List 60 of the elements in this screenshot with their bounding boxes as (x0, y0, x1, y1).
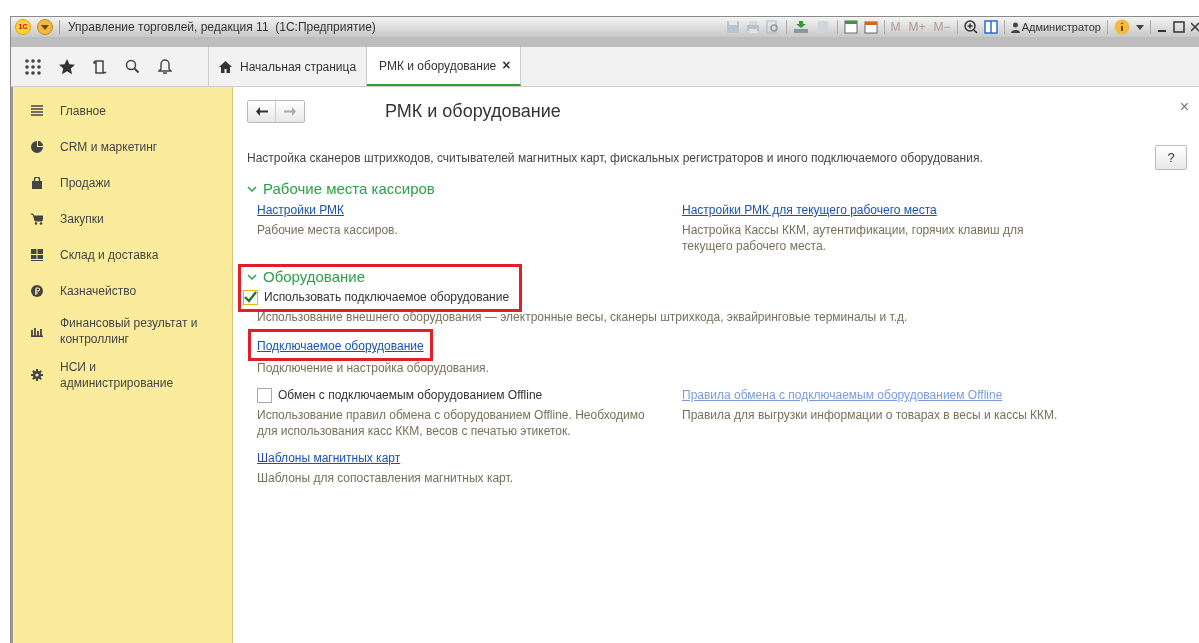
right-arrow-icon (284, 107, 296, 116)
page-title: РМК и оборудование (385, 100, 561, 123)
close-tab-button[interactable]: × (502, 55, 511, 76)
window-title: Управление торговлей, редакция 11 (1С:Предприятие) (68, 19, 376, 36)
description-text: Использование правил обмена с оборудованием Offline. Необходимо для использования касс ККМ, весов с печатью этикеток. (257, 407, 646, 439)
sidebar-item[interactable]: Склад и доставка (13, 237, 232, 273)
description-text: Настройка Кассы ККМ, аутентификации, горячих клавиш для текущего рабочего места. (682, 222, 1025, 254)
user-name[interactable]: Администратор (1021, 18, 1101, 36)
help-button[interactable]: ? (1155, 145, 1187, 170)
grid-icon (31, 249, 43, 261)
menu-dropdown-button[interactable] (37, 19, 53, 35)
menu-lines-icon (31, 105, 43, 117)
home-icon (219, 60, 232, 73)
panel-layout-icon[interactable] (983, 20, 998, 34)
sidebar-item[interactable]: Казначейство (13, 273, 232, 309)
caret-icon (41, 24, 49, 30)
link[interactable]: Настройки РМК (257, 201, 345, 219)
chevron-down-icon (247, 184, 257, 194)
sidebar-item[interactable]: Закупки (13, 201, 232, 237)
description-text: Использование внешнего оборудования — электронные весы, сканеры штрихкода, эквайринговые терминалы и т.д. (256, 309, 908, 325)
description-text: Подключение и настройка оборудования. (257, 360, 489, 376)
pie-chart-icon (31, 141, 43, 153)
shopping-bag-icon (31, 177, 43, 189)
link[interactable]: Шаблоны магнитных карт (257, 449, 401, 467)
description-text: Правила для выгрузки информации о товарах в весы и кассы ККМ. (682, 407, 1058, 423)
bar-chart-icon (31, 325, 43, 337)
zoom-in-icon[interactable] (963, 20, 978, 34)
checkbox[interactable] (257, 387, 272, 403)
tab[interactable]: РМК и оборудование × (367, 47, 522, 86)
sidebar-item[interactable]: Продажи (13, 165, 232, 201)
description-text: Рабочие места кассиров. (257, 222, 398, 238)
cart-icon (31, 213, 43, 225)
checkmark-icon (244, 291, 257, 303)
sidebar-item[interactable]: НСИ и администрирование (13, 353, 232, 397)
left-arrow-icon (255, 107, 268, 116)
sidebar-item[interactable]: Главное (13, 93, 232, 129)
ruble-coin-icon (31, 285, 43, 297)
link[interactable]: Настройки РМК для текущего рабочего места (682, 201, 937, 219)
page-description: Настройка сканеров штрихкодов, считывателей магнитных карт, фискальных регистраторов и иного подключаемого оборудования. (247, 149, 983, 167)
apps-grid-icon[interactable] (25, 58, 41, 75)
bell-icon[interactable] (158, 58, 172, 75)
description-text: Шаблоны для сопоставления магнитных карт. (257, 470, 513, 486)
checkbox-label[interactable]: Обмен с подключаемым оборудованием Offline (278, 386, 543, 404)
star-icon[interactable] (59, 58, 75, 75)
checkbox[interactable] (243, 289, 258, 305)
link[interactable]: Подключаемое оборудование (257, 339, 424, 353)
search-icon[interactable] (125, 59, 140, 74)
maximize-icon[interactable] (1173, 21, 1185, 33)
close-icon[interactable] (1191, 21, 1199, 33)
history-scroll-icon[interactable] (93, 58, 107, 75)
sidebar-item[interactable]: CRM и маркетинг (13, 129, 232, 165)
chevron-down-icon (247, 272, 257, 282)
checkbox-label[interactable]: Использовать подключаемое оборудование (264, 288, 510, 306)
caret-icon[interactable] (1136, 24, 1144, 30)
info-icon[interactable] (1114, 19, 1130, 35)
close-button[interactable]: × (1179, 94, 1189, 119)
calendar-icon[interactable] (863, 20, 878, 34)
user-icon (1010, 21, 1020, 33)
sidebar-item[interactable]: Финансовый результат и контроллинг (13, 309, 232, 353)
gear-icon (31, 369, 43, 381)
